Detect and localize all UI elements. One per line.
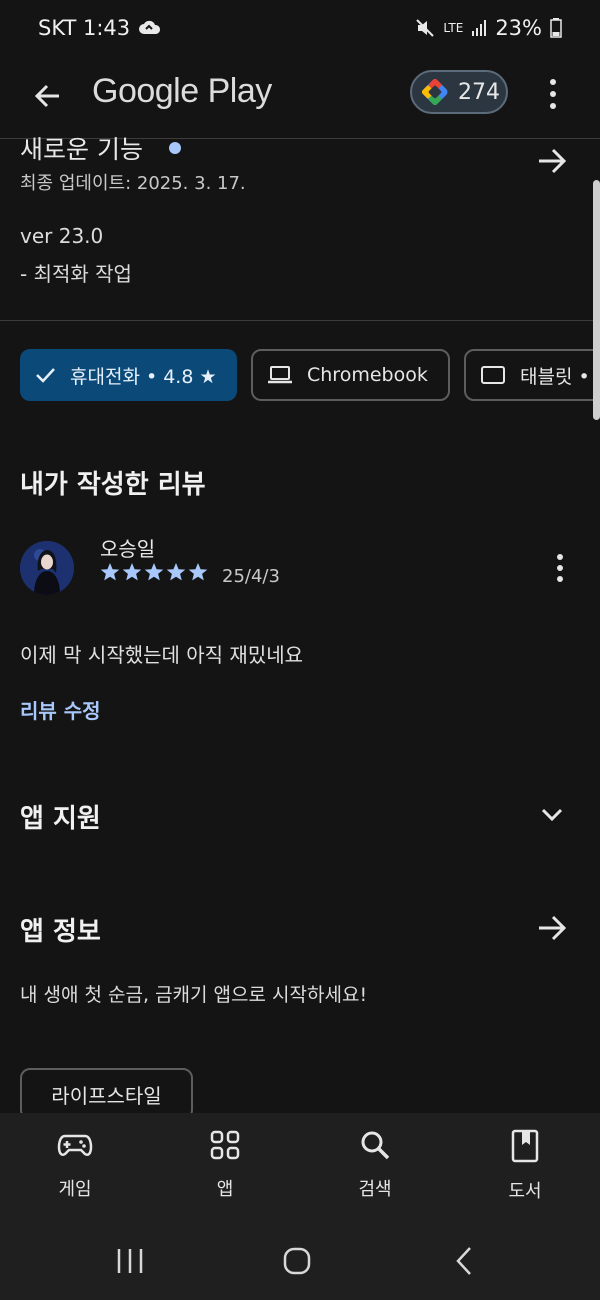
system-back-button[interactable] [448,1244,482,1282]
nav-label-search: 검색 [358,1179,392,1200]
app-info-title[interactable]: 앱 정보 [20,911,101,948]
more-vert-icon [557,554,563,560]
star-icon [144,563,164,581]
star-icon [122,563,142,581]
nav-label-books: 도서 [508,1181,542,1202]
arrow-back-icon [34,84,59,108]
bottom-navigation: 게임 앱 검색 도서 [0,1113,600,1230]
system-navigation-bar [0,1230,600,1300]
whats-new-title[interactable]: 새로운 기능 [20,130,143,166]
play-points-badge[interactable]: 274 [410,70,508,114]
device-chip-phone-label: 휴대전화 • 4.8 ★ [70,365,217,388]
network-type: LTE [443,21,464,35]
search-icon [361,1131,390,1160]
nav-item-apps[interactable]: 앱 [165,1129,285,1201]
nav-label-apps: 앱 [216,1179,234,1200]
whats-new-arrow-button[interactable] [536,145,568,181]
avatar [20,541,74,595]
book-icon [511,1129,539,1163]
my-review-header: 내가 작성한 리뷰 [20,470,206,500]
review-more-button[interactable] [548,550,572,586]
carrier-time: SKT 1:43 [38,16,131,40]
apps-grid-icon [210,1130,240,1160]
chevron-down-icon [541,808,563,822]
nav-item-games[interactable]: 게임 [15,1129,135,1201]
device-chip-phone[interactable]: 휴대전화 • 4.8 ★ [20,349,237,401]
back-button[interactable] [26,74,70,118]
recent-apps-icon [117,1249,143,1273]
app-support-expand-button[interactable] [536,800,568,832]
top-app-bar: Google Play 274 [0,58,600,138]
edit-review-link[interactable]: 리뷰 수정 [20,695,101,724]
device-chip-chromebook-label: Chromebook [307,364,428,386]
device-chip-tablet-label: 태블릿 • 4 [520,365,600,388]
release-note: - 최적화 작업 [20,262,132,286]
play-store-app-page: SKT 1:43 LTE 23% Google Play 274 새로운 기능 … [0,0,600,1300]
new-indicator-dot [169,142,181,154]
review-text: 이제 막 시작했는데 아직 재밌네요 [20,643,304,667]
home-button[interactable] [280,1244,314,1282]
tablet-icon [481,366,505,384]
more-options-button[interactable] [538,74,568,114]
nav-label-games: 게임 [58,1179,92,1200]
laptop-icon [268,366,292,384]
arrow-forward-icon [539,915,567,941]
play-points-count: 274 [458,79,500,105]
chevron-left-icon [456,1247,471,1275]
nav-item-books[interactable]: 도서 [465,1129,585,1203]
app-info-arrow-button[interactable] [536,912,568,948]
mute-icon [416,19,435,37]
scrollbar[interactable] [593,180,600,420]
arrow-forward-icon [539,148,567,174]
review-date: 25/4/3 [222,566,280,587]
section-divider [0,320,600,321]
play-points-icon [422,79,448,105]
device-chip-chromebook[interactable]: Chromebook [251,349,450,401]
last-updated-date: 최종 업데이트: 2025. 3. 17. [20,173,246,194]
google-play-logo: Google Play [92,72,272,110]
device-chip-tablet[interactable]: 태블릿 • 4 [464,349,600,401]
app-description: 내 생애 첫 순금, 금캐기 앱으로 시작하세요! [20,984,368,1006]
recent-apps-button[interactable] [110,1246,150,1280]
signal-icon [472,20,487,36]
check-icon [36,368,55,383]
gamepad-icon [57,1134,93,1156]
app-support-title[interactable]: 앱 지원 [20,798,101,835]
star-icon [188,563,208,581]
status-bar: SKT 1:43 LTE 23% [0,0,600,58]
star-icon [166,563,186,581]
more-vert-icon [550,79,556,85]
review-rating [100,562,208,582]
version-text: ver 23.0 [20,224,104,248]
battery-level: 23% [495,16,542,40]
battery-icon [550,18,562,38]
cloud-sync-icon [139,20,161,34]
home-icon [283,1247,311,1275]
reviewer-name: 오승일 [100,537,156,561]
nav-item-search[interactable]: 검색 [315,1129,435,1201]
star-icon [100,563,120,581]
